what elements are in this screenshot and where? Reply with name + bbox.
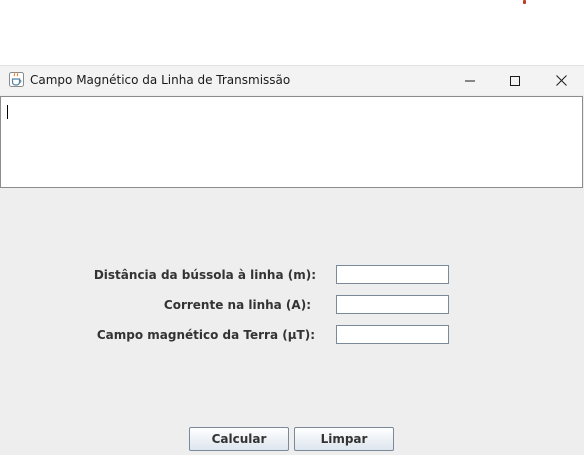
earth-field-label: Campo magnético da Terra (μT): (96, 328, 315, 342)
maximize-icon (510, 75, 520, 86)
calculate-button[interactable]: Calcular (189, 427, 289, 451)
minimize-button[interactable] (447, 66, 493, 95)
clear-button[interactable]: Limpar (294, 427, 394, 451)
java-app-icon (9, 72, 24, 87)
distance-input[interactable] (336, 265, 449, 284)
close-button[interactable] (538, 66, 584, 95)
current-label: Corrente na linha (A): (163, 298, 311, 312)
app-window: Campo Magnético da Linha de Transmissão (0, 65, 584, 455)
earth-field-input[interactable] (336, 325, 449, 344)
maximize-button[interactable] (492, 66, 538, 95)
minimize-icon (465, 80, 475, 81)
window-title: Campo Magnético da Linha de Transmissão (30, 73, 291, 87)
desktop: Campo Magnético da Linha de Transmissão (0, 0, 584, 455)
title-bar[interactable]: Campo Magnético da Linha de Transmissão (0, 66, 584, 95)
current-input[interactable] (336, 295, 449, 314)
desktop-dot (523, 0, 526, 4)
text-caret (7, 105, 8, 119)
distance-label: Distância da bússola à linha (m): (93, 268, 316, 282)
close-icon (555, 75, 567, 86)
result-text-area[interactable] (0, 96, 583, 188)
